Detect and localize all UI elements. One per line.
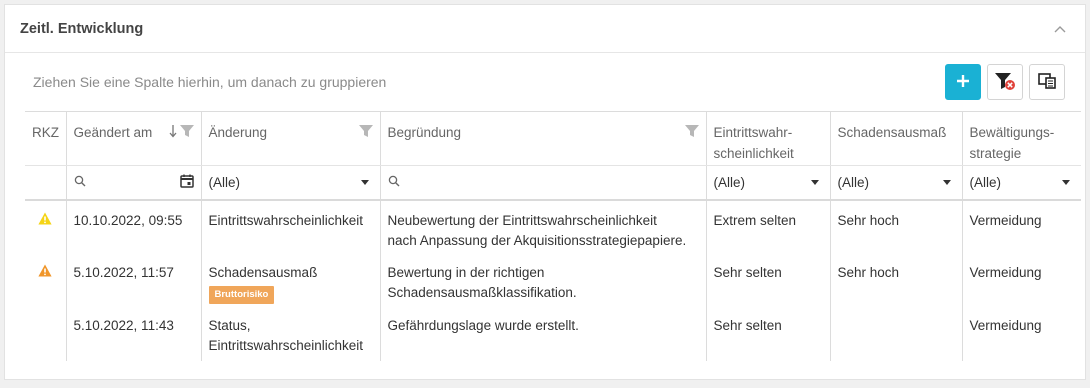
calendar-icon[interactable] <box>179 174 194 191</box>
chevron-down-icon <box>810 179 819 185</box>
filter-reason-input[interactable] <box>380 165 707 201</box>
change-history-grid: RKZ Geändert am Änderung Begründung Eint… <box>25 111 1081 361</box>
strategy-cell: Vermeidung <box>969 264 1042 280</box>
change-cell: Eintrittswahrscheinlichkeit <box>201 199 381 253</box>
panel-header[interactable]: Zeitl. Entwicklung <box>5 5 1085 53</box>
reason-cell: Gefährdungslage wurde erstellt. <box>380 305 707 361</box>
probability-cell: Sehr selten <box>706 305 831 361</box>
col-header-damage[interactable]: Schadensausmaß <box>830 111 963 166</box>
column-chooser-icon <box>1038 72 1056 92</box>
plus-icon <box>955 73 971 92</box>
add-button[interactable] <box>945 64 981 100</box>
sort-desc-icon <box>169 123 177 144</box>
damage-cell <box>830 305 963 361</box>
column-chooser-button[interactable] <box>1029 64 1065 100</box>
filter-damage-select[interactable]: (Alle) <box>830 165 963 201</box>
status-badge: Bruttorisiko <box>208 285 275 304</box>
filter-rkz <box>25 165 67 201</box>
chevron-down-icon <box>360 179 369 185</box>
filter-icon[interactable] <box>179 123 194 144</box>
header-row: RKZ Geändert am Änderung Begründung Eint… <box>25 111 1081 166</box>
reason-cell: Bewertung in der richtigen Schadensausmaß… <box>380 252 707 306</box>
panel-title: Zeitl. Entwicklung <box>20 20 144 37</box>
probability-cell: Extrem selten <box>706 199 831 253</box>
damage-cell: Sehr hoch <box>830 199 963 253</box>
damage-cell: Sehr hoch <box>830 252 963 306</box>
table-row[interactable]: 5.10.2022, 11:43 Status, Eintrittswahrsch… <box>25 305 1081 361</box>
filter-strategy-select[interactable]: (Alle) <box>962 165 1081 201</box>
col-header-changed-at[interactable]: Geändert am <box>66 111 202 166</box>
chevron-down-icon <box>942 179 951 185</box>
changed-at-cell: 5.10.2022, 11:43 <box>66 305 202 361</box>
rkz-cell <box>25 252 67 306</box>
rkz-cell <box>25 199 67 253</box>
col-header-rkz[interactable]: RKZ <box>25 111 67 166</box>
col-header-reason[interactable]: Begründung <box>380 111 707 166</box>
search-icon <box>388 175 400 190</box>
search-icon <box>74 175 86 190</box>
filter-icon[interactable] <box>358 123 373 144</box>
col-header-probability[interactable]: Eintrittswahr- scheinlichkeit <box>706 111 831 166</box>
probability-cell: Sehr selten <box>706 252 831 306</box>
chevron-up-icon[interactable] <box>1050 19 1070 39</box>
col-header-change[interactable]: Änderung <box>201 111 381 166</box>
table-row[interactable]: 10.10.2022, 09:55 Eintrittswahrscheinlic… <box>25 199 1081 253</box>
chevron-down-icon <box>1062 179 1070 185</box>
change-cell: Schadensausmaß Bruttorisiko <box>201 252 381 306</box>
strategy-cell: Vermeidung <box>969 212 1042 228</box>
filter-icon[interactable] <box>684 123 699 144</box>
rkz-cell <box>25 305 67 361</box>
filter-change-select[interactable]: (Alle) <box>201 165 381 201</box>
timeline-panel: Zeitl. Entwicklung Ziehen Sie eine Spalt… <box>4 4 1086 380</box>
filter-clear-icon <box>994 71 1016 94</box>
grid-toolbar <box>945 64 1065 100</box>
table-row[interactable]: 5.10.2022, 11:57 Schadensausmaß Bruttori… <box>25 252 1081 306</box>
filter-probability-select[interactable]: (Alle) <box>706 165 831 201</box>
clear-filter-button[interactable] <box>987 64 1023 100</box>
changed-at-cell: 5.10.2022, 11:57 <box>66 252 202 306</box>
change-cell: Status, Eintrittswahrscheinlichkeit <box>201 305 381 361</box>
warning-orange-icon <box>38 264 52 280</box>
group-hint: Ziehen Sie eine Spalte hierhin, um danac… <box>33 74 387 90</box>
reason-cell: Neubewertung der Eintrittswahrscheinlich… <box>380 199 707 253</box>
strategy-cell: Vermeidung <box>969 317 1042 333</box>
col-header-strategy[interactable]: Bewältigungs- strategie <box>962 111 1081 166</box>
group-panel[interactable]: Ziehen Sie eine Spalte hierhin, um danac… <box>5 53 1085 111</box>
filter-row: (Alle) (Alle) (Alle) (Alle) <box>25 165 1081 201</box>
changed-at-cell: 10.10.2022, 09:55 <box>66 199 202 253</box>
warning-yellow-icon <box>38 212 52 228</box>
filter-changed-at[interactable] <box>66 165 202 201</box>
